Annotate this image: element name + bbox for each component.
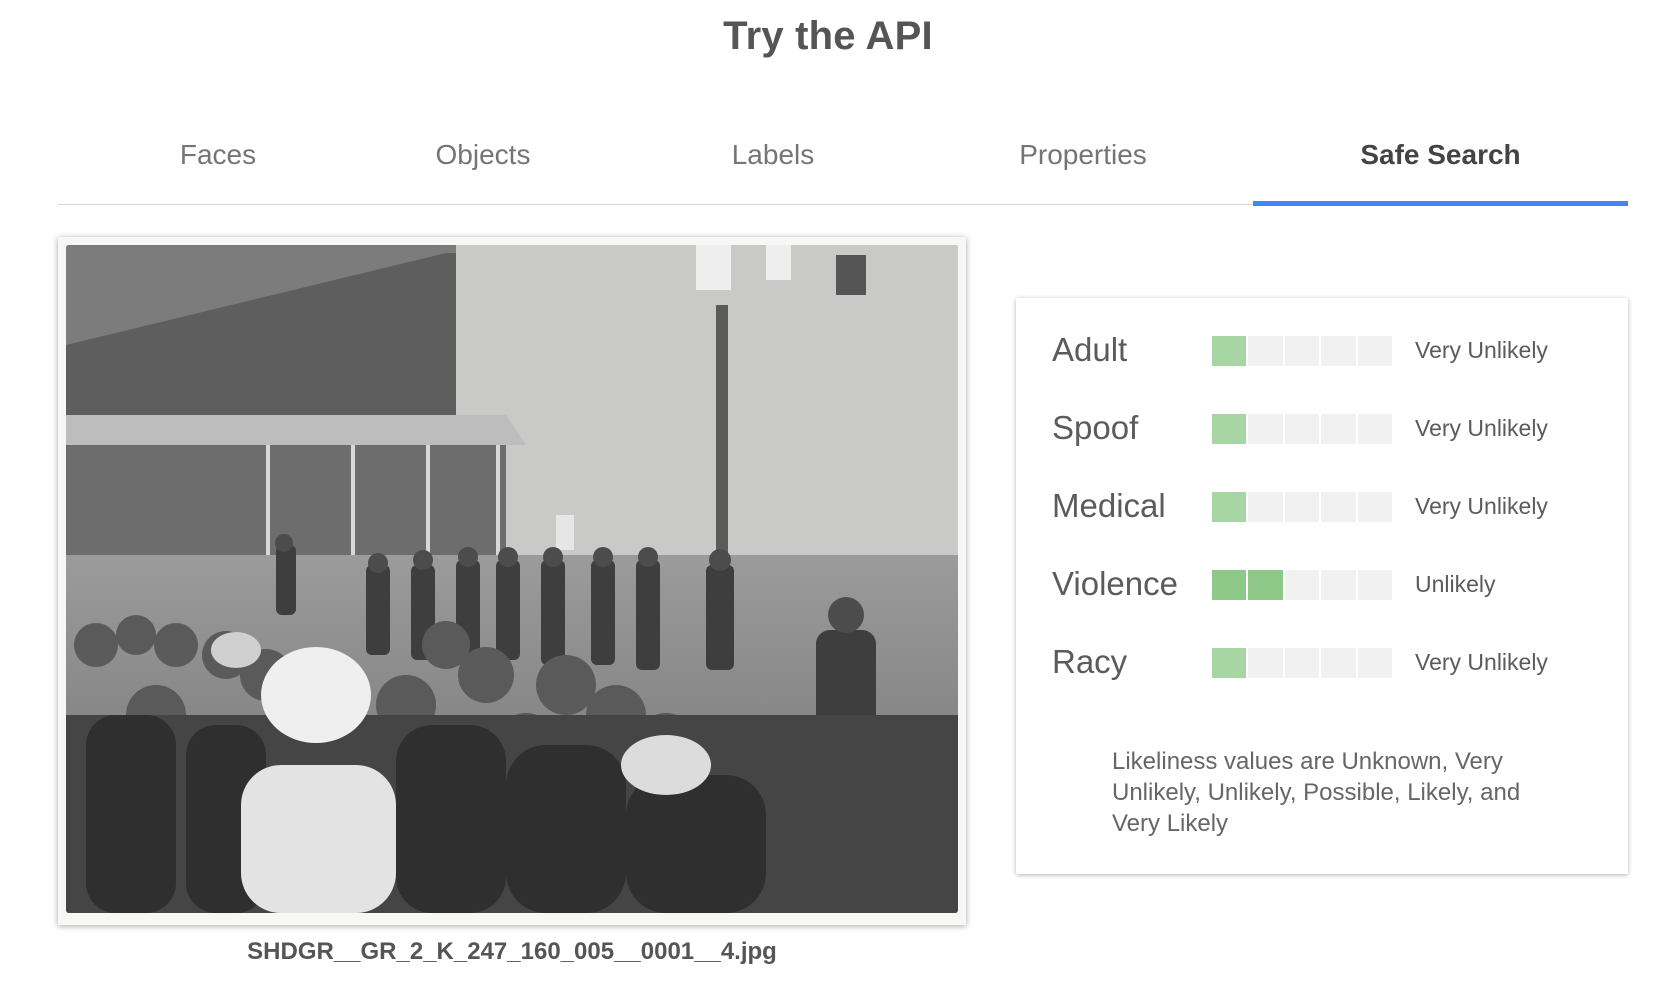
safe-search-row-violence: Violence Unlikely [1052, 564, 1612, 604]
likelihood-meter [1212, 492, 1393, 522]
likelihood-value: Very Unlikely [1415, 493, 1548, 519]
meter-segment [1212, 492, 1247, 522]
meter-segment [1321, 648, 1356, 678]
page-title: Try the API [723, 14, 933, 58]
category-label: Medical [1052, 487, 1166, 524]
meter-segment [1284, 492, 1320, 522]
meter-segment [1248, 492, 1283, 522]
likelihood-value: Very Unlikely [1415, 415, 1548, 441]
meter-segment [1357, 570, 1393, 600]
safe-search-row-adult: Adult Very Unlikely [1052, 330, 1612, 370]
tab-faces[interactable]: Faces [118, 120, 318, 204]
likelihood-value: Very Unlikely [1415, 649, 1548, 675]
category-label: Spoof [1052, 409, 1139, 446]
meter-segment [1212, 414, 1247, 444]
meter-segment [1284, 336, 1320, 366]
tab-labels[interactable]: Labels [673, 120, 873, 204]
analyzed-image-card [58, 237, 966, 925]
meter-segment [1357, 414, 1393, 444]
likelihood-meter [1212, 414, 1393, 444]
safe-search-panel: Adult Very Unlikely Spoof Very Unlikely … [1016, 298, 1628, 874]
meter-segment [1321, 414, 1356, 444]
meter-segment [1321, 492, 1356, 522]
likeliness-note: Likeliness values are Unknown, Very Unli… [1112, 748, 1521, 837]
meter-segment [1284, 570, 1320, 600]
meter-segment [1212, 570, 1247, 600]
category-label: Violence [1052, 565, 1178, 602]
tab-bar: Faces Objects Labels Properties Safe Sea… [58, 120, 1628, 206]
likelihood-meter [1212, 648, 1393, 678]
meter-segment [1321, 570, 1356, 600]
likelihood-value: Very Unlikely [1415, 337, 1548, 363]
image-filename: SHDGR__GR_2_K_247_160_005__0001__4.jpg [247, 938, 777, 965]
safe-search-row-racy: Racy Very Unlikely [1052, 642, 1612, 682]
tab-safe-search[interactable]: Safe Search [1253, 120, 1628, 206]
meter-segment [1357, 336, 1393, 366]
meter-segment [1357, 648, 1393, 678]
meter-segment [1357, 492, 1393, 522]
analyzed-image [66, 245, 958, 913]
meter-segment [1212, 648, 1247, 678]
safe-search-row-spoof: Spoof Very Unlikely [1052, 408, 1612, 448]
likelihood-meter [1212, 570, 1393, 600]
meter-segment [1212, 336, 1247, 366]
tab-objects[interactable]: Objects [383, 120, 583, 204]
meter-segment [1284, 648, 1320, 678]
meter-segment [1248, 648, 1283, 678]
likelihood-meter [1212, 336, 1393, 366]
category-label: Adult [1052, 331, 1128, 368]
meter-segment [1248, 336, 1283, 366]
category-label: Racy [1052, 643, 1128, 680]
likelihood-value: Unlikely [1415, 571, 1496, 597]
meter-segment [1248, 414, 1283, 444]
safe-search-row-medical: Medical Very Unlikely [1052, 486, 1612, 526]
tab-properties[interactable]: Properties [968, 120, 1198, 204]
meter-segment [1321, 336, 1356, 366]
meter-segment [1284, 414, 1320, 444]
meter-segment [1248, 570, 1283, 600]
